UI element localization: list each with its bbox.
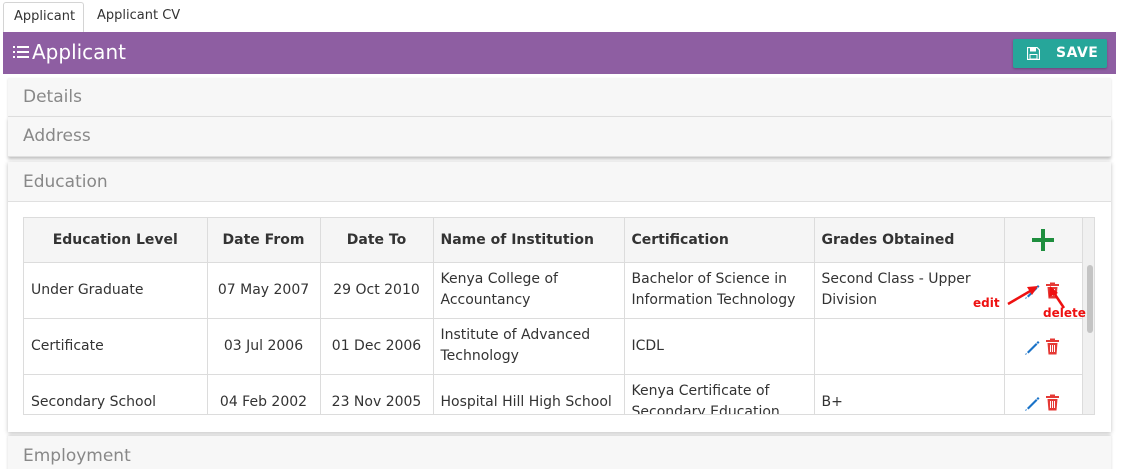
cell-date-to: 01 Dec 2006	[320, 318, 434, 375]
save-button[interactable]: SAVE	[1013, 39, 1107, 68]
trash-icon[interactable]	[1045, 338, 1060, 355]
table-header-row: Education Level Date From Date To Name o…	[24, 218, 1083, 263]
cell-education-level: Secondary School	[24, 374, 208, 414]
education-table: Education Level Date From Date To Name o…	[23, 217, 1095, 415]
column-header: Name of Institution	[433, 218, 625, 263]
edit-annotation-label: edit	[973, 296, 1000, 310]
column-header: Date From	[207, 218, 321, 263]
cell-institution: Hospital Hill High School	[433, 374, 625, 414]
column-header: Education Level	[24, 218, 208, 263]
floppy-disk-icon	[1027, 47, 1040, 60]
plus-icon[interactable]	[1030, 227, 1056, 253]
table-row: Secondary School 04 Feb 2002 23 Nov 2005…	[24, 374, 1083, 414]
column-header: Date To	[320, 218, 434, 263]
pencil-icon[interactable]	[1023, 394, 1041, 412]
scrollbar-thumb[interactable]	[1087, 265, 1093, 333]
page-header: Applicant SAVE	[3, 32, 1116, 74]
cell-education-level: Under Graduate	[24, 262, 208, 319]
cell-date-to: 23 Nov 2005	[320, 374, 434, 414]
cell-date-from: 07 May 2007	[207, 262, 321, 319]
save-button-label: SAVE	[1056, 45, 1099, 61]
cell-date-to: 29 Oct 2010	[320, 262, 434, 319]
list-icon	[13, 46, 29, 58]
cell-education-level: Certificate	[24, 318, 208, 375]
action-cell	[1004, 318, 1083, 375]
pencil-icon[interactable]	[1023, 338, 1041, 356]
cell-certification: Kenya Certificate of Secondary Education	[624, 374, 815, 414]
action-cell	[1004, 374, 1083, 414]
cell-institution: Institute of Advanced Technology	[433, 318, 625, 375]
panel-address[interactable]: Address	[8, 117, 1111, 157]
trash-icon[interactable]	[1045, 394, 1060, 411]
cell-grades: B+	[814, 374, 1005, 414]
cell-certification: ICDL	[624, 318, 815, 375]
table-row: Certificate 03 Jul 2006 01 Dec 2006 Inst…	[24, 318, 1083, 375]
tab-bar: Applicant Applicant CV	[0, 0, 1127, 32]
column-header: Grades Obtained	[814, 218, 1005, 263]
cell-date-from: 04 Feb 2002	[207, 374, 321, 414]
add-cell	[1004, 218, 1083, 263]
page-title: Applicant	[32, 40, 126, 64]
panel-education-header[interactable]: Education	[8, 162, 1111, 202]
table-row: Under Graduate 07 May 2007 29 Oct 2010 K…	[24, 262, 1083, 319]
edit-annotation-arrow-icon	[1007, 286, 1038, 306]
cell-grades	[814, 318, 1005, 375]
tab-applicant[interactable]: Applicant	[3, 2, 84, 32]
column-header: Certification	[624, 218, 815, 263]
cell-certification: Bachelor of Science in Information Techn…	[624, 262, 815, 319]
panel-details[interactable]: Details	[8, 78, 1111, 117]
panel-employment[interactable]: Employment	[8, 436, 1111, 469]
tab-applicant-cv[interactable]: Applicant CV	[87, 2, 190, 32]
cell-date-from: 03 Jul 2006	[207, 318, 321, 375]
cell-institution: Kenya College of Accountancy	[433, 262, 625, 319]
delete-annotation-label: delete	[1043, 306, 1086, 320]
panel-education: Education Education Level Date From Date…	[8, 162, 1111, 432]
